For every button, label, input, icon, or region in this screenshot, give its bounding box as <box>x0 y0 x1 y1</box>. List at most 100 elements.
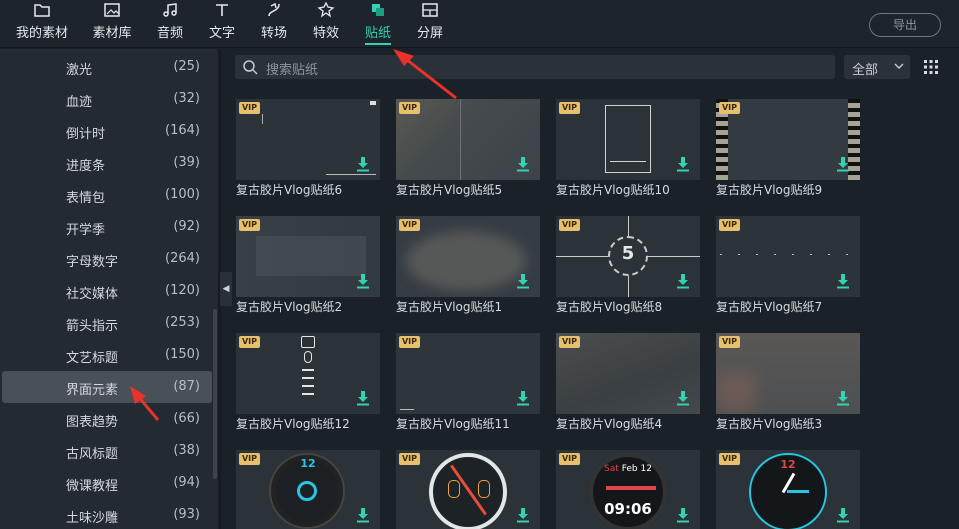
download-icon[interactable] <box>836 507 850 523</box>
vip-badge: VIP <box>399 336 420 348</box>
sticker-card[interactable]: VIP 复古胶片Vlog贴纸11 <box>396 333 540 431</box>
collapse-sidebar-button[interactable]: ◀ <box>220 272 232 306</box>
category-count: (253) <box>165 315 200 330</box>
sticker-thumbnail[interactable]: VIP <box>716 333 860 414</box>
filter-dropdown[interactable]: 全部 <box>844 55 910 79</box>
download-icon[interactable] <box>676 273 690 289</box>
search-input[interactable]: 搜索贴纸 <box>235 55 835 79</box>
download-icon[interactable] <box>356 273 370 289</box>
sidebar-category-item[interactable]: 土味沙雕 (93) <box>2 499 212 529</box>
grid-view-icon[interactable] <box>922 58 940 76</box>
sticker-card[interactable]: VIP 复古胶片Vlog贴纸7 <box>716 216 860 314</box>
sticker-thumbnail[interactable]: 12 VIP <box>236 450 380 529</box>
sticker-title: 复古胶片Vlog贴纸1 <box>396 300 503 314</box>
category-count: (87) <box>173 379 200 394</box>
download-icon[interactable] <box>836 156 850 172</box>
sticker-card[interactable]: VIP 复古胶片Vlog贴纸1 <box>396 216 540 314</box>
sidebar-category-item[interactable]: 激光 (25) <box>2 51 212 83</box>
sticker-card[interactable]: VIP 复古胶片Vlog贴纸12 <box>236 333 380 431</box>
tab-stickers[interactable]: 贴纸 <box>360 0 396 48</box>
sticker-card[interactable]: VIP <box>396 450 540 529</box>
sticker-thumbnail[interactable]: VIP <box>556 99 700 180</box>
sidebar-category-item[interactable]: 进度条 (39) <box>2 147 212 179</box>
sidebar-category-item[interactable]: 古风标题 (38) <box>2 435 212 467</box>
sticker-card[interactable]: 5 VIP 复古胶片Vlog贴纸8 <box>556 216 700 314</box>
download-icon[interactable] <box>356 390 370 406</box>
sidebar-category-item[interactable]: 图表趋势 (66) <box>2 403 212 435</box>
sticker-thumbnail[interactable]: VIP <box>716 99 860 180</box>
sticker-card[interactable]: VIP 复古胶片Vlog贴纸10 <box>556 99 700 197</box>
sticker-title: 复古胶片Vlog贴纸11 <box>396 417 510 431</box>
sticker-thumbnail[interactable]: VIP <box>236 99 380 180</box>
sidebar-category-item[interactable]: 社交媒体 (120) <box>2 275 212 307</box>
sticker-thumbnail[interactable]: VIP <box>396 333 540 414</box>
vip-badge: VIP <box>719 102 740 114</box>
sticker-thumbnail[interactable]: VIP <box>716 216 860 297</box>
tab-text[interactable]: 文字 <box>204 0 240 48</box>
download-icon[interactable] <box>516 390 530 406</box>
sticker-card[interactable]: VIP 复古胶片Vlog贴纸9 <box>716 99 860 197</box>
sticker-thumbnail[interactable]: VIP <box>396 216 540 297</box>
tab-label: 素材库 <box>92 26 132 41</box>
sidebar-scrollbar[interactable] <box>213 309 217 479</box>
sidebar-category-item[interactable]: 表情包 (100) <box>2 179 212 211</box>
category-count: (264) <box>165 251 200 266</box>
download-icon[interactable] <box>516 507 530 523</box>
tab-audio[interactable]: 音频 <box>152 0 188 48</box>
sticker-thumbnail[interactable]: VIP <box>556 333 700 414</box>
sidebar-category-item[interactable]: 开学季 (92) <box>2 211 212 243</box>
download-icon[interactable] <box>836 273 850 289</box>
download-icon[interactable] <box>356 156 370 172</box>
category-name: 文艺标题 <box>66 351 119 366</box>
download-icon[interactable] <box>516 156 530 172</box>
category-name: 表情包 <box>66 191 106 206</box>
sticker-card[interactable]: 12 VIP <box>236 450 380 529</box>
tab-transition[interactable]: 转场 <box>256 0 292 48</box>
sidebar-category-item[interactable]: 文艺标题 (150) <box>2 339 212 371</box>
sticker-thumbnail[interactable]: VIP <box>236 333 380 414</box>
sticker-thumbnail[interactable]: VIP <box>396 99 540 180</box>
sticker-thumbnail[interactable]: 12 VIP <box>716 450 860 529</box>
sticker-card[interactable]: VIP 复古胶片Vlog贴纸2 <box>236 216 380 314</box>
sticker-thumbnail[interactable]: VIP <box>236 216 380 297</box>
sidebar-category-item[interactable]: 倒计时 (164) <box>2 115 212 147</box>
tab-media-library[interactable]: 素材库 <box>88 0 136 48</box>
tab-label: 特效 <box>312 26 339 41</box>
export-button[interactable]: 导出 <box>869 13 941 37</box>
sticker-title: 复古胶片Vlog贴纸5 <box>396 183 503 197</box>
download-icon[interactable] <box>516 273 530 289</box>
sticker-title: 复古胶片Vlog贴纸3 <box>716 417 823 431</box>
tab-split-screen[interactable]: 分屏 <box>412 0 448 48</box>
sidebar-category-item[interactable]: 界面元素 (87) <box>2 371 212 403</box>
download-icon[interactable] <box>836 390 850 406</box>
sticker-title: 复古胶片Vlog贴纸12 <box>236 417 350 431</box>
download-icon[interactable] <box>676 156 690 172</box>
download-icon[interactable] <box>356 507 370 523</box>
category-count: (39) <box>173 155 200 170</box>
sidebar-category-item[interactable]: 箭头指示 (253) <box>2 307 212 339</box>
tab-effects[interactable]: 特效 <box>308 0 344 48</box>
sticker-thumbnail[interactable]: Sat Feb 12 09:06 VIP <box>556 450 700 529</box>
sidebar-category-item[interactable]: 血迹 (32) <box>2 83 212 115</box>
sticker-title: 复古胶片Vlog贴纸10 <box>556 183 670 197</box>
watch-dial-text: 12 <box>780 458 796 471</box>
category-name: 倒计时 <box>66 127 106 142</box>
sticker-card[interactable]: VIP 复古胶片Vlog贴纸6 <box>236 99 380 197</box>
vip-badge: VIP <box>399 102 420 114</box>
download-icon[interactable] <box>676 507 690 523</box>
tab-my-media[interactable]: 我的素材 <box>10 0 74 48</box>
sticker-card[interactable]: VIP 复古胶片Vlog贴纸5 <box>396 99 540 197</box>
download-icon[interactable] <box>676 390 690 406</box>
sticker-card[interactable]: Sat Feb 12 09:06 VIP <box>556 450 700 529</box>
sticker-card[interactable]: VIP 复古胶片Vlog贴纸4 <box>556 333 700 431</box>
sticker-card[interactable]: 12 VIP <box>716 450 860 529</box>
sticker-card[interactable]: VIP 复古胶片Vlog贴纸3 <box>716 333 860 431</box>
category-name: 血迹 <box>66 95 93 110</box>
sticker-thumbnail[interactable]: VIP <box>396 450 540 529</box>
sidebar-category-item[interactable]: 字母数字 (264) <box>2 243 212 275</box>
sticker-thumbnail[interactable]: 5 VIP <box>556 216 700 297</box>
category-count: (25) <box>173 59 200 74</box>
filter-value: 全部 <box>852 63 879 78</box>
category-name: 微课教程 <box>66 479 119 494</box>
sidebar-category-item[interactable]: 微课教程 (94) <box>2 467 212 499</box>
